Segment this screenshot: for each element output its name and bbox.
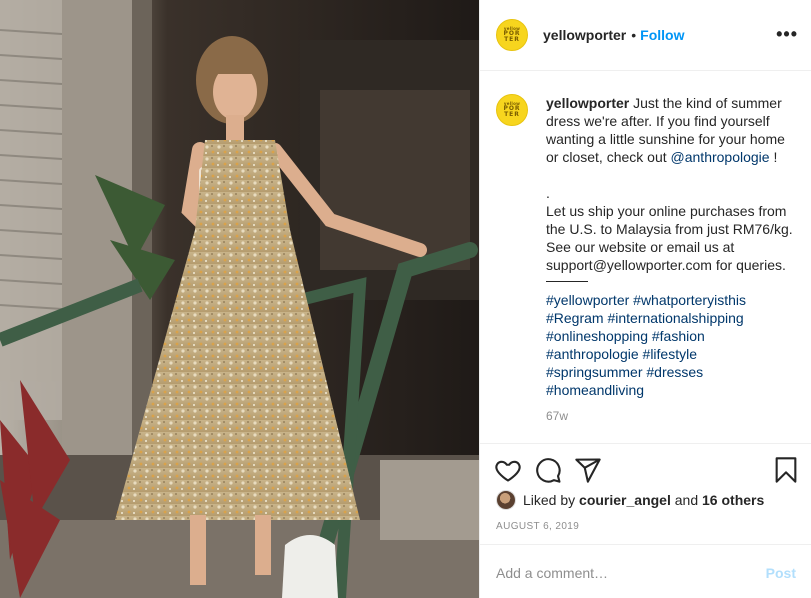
post-side-panel: yellow POR TER yellowporter • Follow •••… — [479, 0, 811, 598]
hashtag-link[interactable]: #yellowporter — [546, 292, 629, 308]
likes-and: and — [674, 492, 699, 508]
comment-bubble-icon[interactable] — [534, 456, 562, 484]
hashtag-link[interactable]: #whatporteryisthis — [633, 292, 746, 308]
hashtag-link[interactable]: #internationalshipping — [607, 310, 743, 326]
hashtag-link[interactable]: #onlineshopping — [546, 328, 648, 344]
paper-plane-icon[interactable] — [574, 456, 602, 484]
avatar-logo-line-3: TER — [504, 36, 520, 43]
liker-username[interactable]: courier_angel — [579, 492, 671, 508]
hashtag-link[interactable]: #lifestyle — [643, 346, 697, 362]
caption-paragraph-1: yellowporter Just the kind of summer dre… — [546, 94, 796, 166]
caption-body-2: ! — [769, 149, 778, 165]
liker-avatar[interactable] — [496, 490, 516, 510]
post-header: yellow POR TER yellowporter • Follow ••• — [480, 0, 811, 71]
avatar-logo-line-3: TER — [504, 111, 520, 118]
post-comment-button[interactable]: Post — [766, 565, 796, 581]
add-comment-bar: Post — [480, 544, 811, 598]
heart-icon[interactable] — [494, 456, 522, 484]
author-username[interactable]: yellowporter — [543, 27, 626, 43]
post-date[interactable]: AUGUST 6, 2019 — [496, 521, 579, 532]
bookmark-icon[interactable] — [772, 456, 800, 484]
comment-input[interactable] — [496, 563, 746, 583]
caption-username[interactable]: yellowporter — [546, 95, 629, 111]
author-avatar[interactable]: yellow POR TER — [496, 19, 528, 51]
caption-spacer: . — [546, 185, 550, 201]
caption-author-avatar[interactable]: yellow POR TER — [496, 94, 528, 126]
caption-comment: yellow POR TER yellowporter Just the kin… — [496, 94, 796, 425]
likes-others-link[interactable]: 16 others — [702, 492, 764, 508]
likes-summary: Liked by courier_angel and 16 others — [496, 490, 764, 510]
likes-prefix: Liked by — [523, 492, 576, 508]
hashtag-link[interactable]: #homeandliving — [546, 382, 644, 398]
caption-age[interactable]: 67w — [546, 407, 796, 425]
separator-dot: • — [631, 27, 637, 43]
caption-divider — [546, 281, 588, 282]
hashtag-link[interactable]: #Regram — [546, 310, 604, 326]
comments-area[interactable]: yellow POR TER yellowporter Just the kin… — [480, 72, 811, 442]
hashtag-block: #yellowporter #whatporteryisthis #Regram … — [546, 291, 796, 399]
mention-link[interactable]: @anthropologie — [671, 149, 770, 165]
hashtag-link[interactable]: #dresses — [646, 364, 703, 380]
caption-paragraph-2: Let us ship your online purchases from t… — [546, 203, 797, 273]
action-bar — [480, 443, 811, 493]
photo-illustration — [0, 0, 479, 598]
post-photo[interactable] — [0, 0, 479, 598]
hashtag-link[interactable]: #anthropologie — [546, 346, 639, 362]
hashtag-link[interactable]: #fashion — [652, 328, 705, 344]
follow-button[interactable]: Follow — [640, 27, 684, 43]
caption-text: yellowporter Just the kind of summer dre… — [546, 94, 796, 425]
more-options-icon[interactable]: ••• — [776, 25, 798, 43]
hashtag-link[interactable]: #springsummer — [546, 364, 642, 380]
